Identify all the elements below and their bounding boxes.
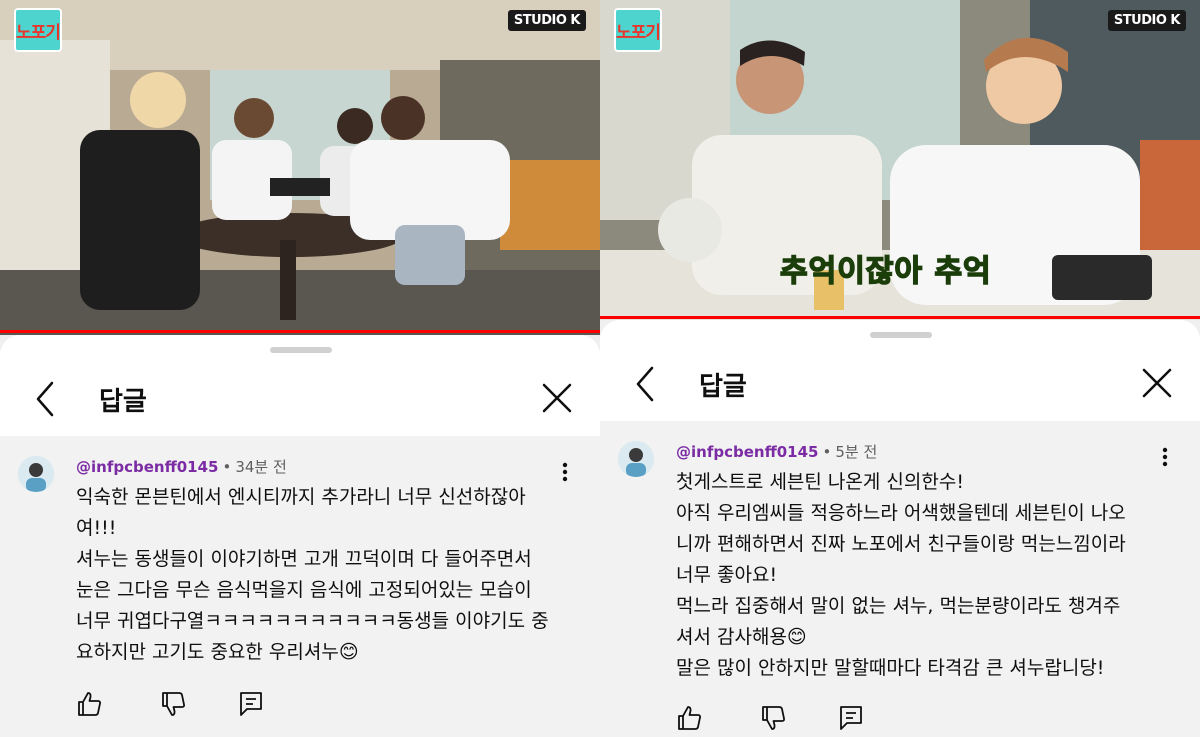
comment-line: 너무 좋아요! [676, 564, 778, 586]
comment-item: @infpcbenff0145 • 5분 전 첫게스트로 세븐틴 나온게 신의한수!… [600, 421, 1200, 737]
comment-item: @infpcbenff0145 • 34분 전 익숙한 몬븐틴에서 엔시티까지 추가… [0, 436, 600, 737]
replies-sheet: 답글 @infpcbenff0145 • 5분 전 첫게스트로 세븐틴 나온게 … [600, 320, 1200, 737]
drag-handle[interactable] [870, 332, 932, 338]
comment-line: 니까 편해하면서 진짜 노포에서 친구들이랑 먹는느낌이라 [676, 533, 1126, 555]
more-vert-icon [1162, 447, 1168, 467]
more-options-button[interactable] [558, 460, 572, 484]
close-icon [542, 383, 572, 413]
more-vert-icon [562, 462, 568, 482]
comment-time: 5분 전 [835, 443, 878, 461]
comment-line: 아직 우리엠씨들 적응하느라 어색했을텐데 세븐틴이 나오 [676, 502, 1126, 524]
video-progress-bar[interactable] [600, 316, 1200, 319]
drag-handle[interactable] [270, 347, 332, 353]
channel-logo-text: 노포기 [616, 22, 661, 43]
video-player[interactable]: 노포기 STUDIO K 추억이잖아 추억 [600, 0, 1200, 320]
comment-line: 요하지만 고기도 중요한 우리셔누😊 [76, 641, 359, 663]
comment-line: 첫게스트로 세븐틴 나온게 신의한수! [676, 471, 964, 493]
avatar-image [618, 441, 654, 477]
meta-separator: • [222, 458, 232, 476]
video-player[interactable]: 노포기 STUDIO K [0, 0, 600, 335]
comment-meta: @infpcbenff0145 • 5분 전 [676, 441, 877, 462]
chevron-left-icon [636, 366, 654, 402]
comment-line: 눈은 그다음 무슨 음식먹을지 음식에 고정되어있는 모습이 [76, 579, 532, 601]
comment-meta: @infpcbenff0145 • 34분 전 [76, 456, 287, 477]
back-button[interactable] [628, 362, 664, 406]
video-subtitle: 추억이잖아 추억 [779, 253, 992, 290]
close-icon [1142, 368, 1172, 398]
like-button[interactable] [74, 689, 104, 719]
back-button[interactable] [28, 377, 64, 421]
reply-icon [840, 706, 862, 730]
right-screen: 노포기 STUDIO K 추억이잖아 추억 답글 @infpcbenff0145… [600, 0, 1200, 737]
studio-logo: STUDIO K [507, 10, 586, 31]
comment-actions [670, 703, 890, 735]
dislike-button[interactable] [158, 689, 188, 719]
sheet-header: 답글 [0, 371, 600, 427]
channel-logo: 노포기 [614, 8, 662, 52]
comment-line: 너무 귀엽다구열ㅋㅋㅋㅋㅋㅋㅋㅋㅋㅋㅋ동생들 이야기도 중 [76, 610, 549, 632]
comment-text: 익숙한 몬븐틴에서 엔시티까지 추가라니 너무 신선하잖아 여!!! 셔누는 동… [76, 482, 576, 668]
avatar[interactable] [18, 456, 54, 492]
video-frame [0, 0, 600, 335]
dislike-button[interactable] [758, 703, 788, 733]
close-button[interactable] [540, 381, 574, 415]
left-screen: 노포기 STUDIO K 답글 @infpcbenff0145 • 34분 전 … [0, 0, 600, 737]
reply-button[interactable] [236, 689, 266, 719]
reply-button[interactable] [836, 703, 866, 733]
sheet-header: 답글 [600, 356, 1200, 412]
sheet-title: 답글 [699, 372, 747, 402]
thumbs-up-icon [78, 692, 101, 716]
avatar[interactable] [618, 441, 654, 477]
like-button[interactable] [674, 703, 704, 733]
screenshot-collage: 노포기 STUDIO K 답글 @infpcbenff0145 • 34분 전 … [0, 0, 1200, 737]
thumbs-down-icon [162, 692, 185, 716]
chevron-left-icon [36, 381, 54, 417]
replies-sheet: 답글 @infpcbenff0145 • 34분 전 익숙한 몬븐틴에서 엔시티… [0, 335, 600, 737]
author-handle[interactable]: @infpcbenff0145 [76, 458, 218, 476]
comment-line: 셔누는 동생들이 이야기하면 고개 끄덕이며 다 들어주면서 [76, 548, 532, 570]
avatar-image [18, 456, 54, 492]
comment-line: 익숙한 몬븐틴에서 엔시티까지 추가라니 너무 신선하잖아 [76, 486, 526, 508]
close-button[interactable] [1140, 366, 1174, 400]
comment-line: 말은 많이 안하지만 말할때마다 타격감 큰 셔누랍니당! [676, 657, 1105, 679]
comment-text: 첫게스트로 세븐틴 나온게 신의한수! 아직 우리엠씨들 적응하느라 어색했을텐… [676, 467, 1176, 684]
studio-logo: STUDIO K [1107, 10, 1186, 31]
comment-line: 여!!! [76, 517, 117, 539]
video-progress-bar[interactable] [0, 330, 600, 333]
comment-line: 셔서 감사해용😊 [676, 626, 807, 648]
channel-logo-text: 노포기 [16, 22, 61, 43]
thumbs-up-icon [678, 706, 701, 730]
channel-logo: 노포기 [14, 8, 62, 52]
comment-actions [70, 689, 290, 721]
comment-time: 34분 전 [235, 458, 287, 476]
reply-icon [240, 692, 262, 716]
comment-line: 먹느라 집중해서 말이 없는 셔누, 먹는분량이라도 챙겨주 [676, 595, 1121, 617]
author-handle[interactable]: @infpcbenff0145 [676, 443, 818, 461]
thumbs-down-icon [762, 706, 785, 730]
more-options-button[interactable] [1158, 445, 1172, 469]
sheet-title: 답글 [99, 387, 147, 417]
meta-separator: • [822, 443, 832, 461]
